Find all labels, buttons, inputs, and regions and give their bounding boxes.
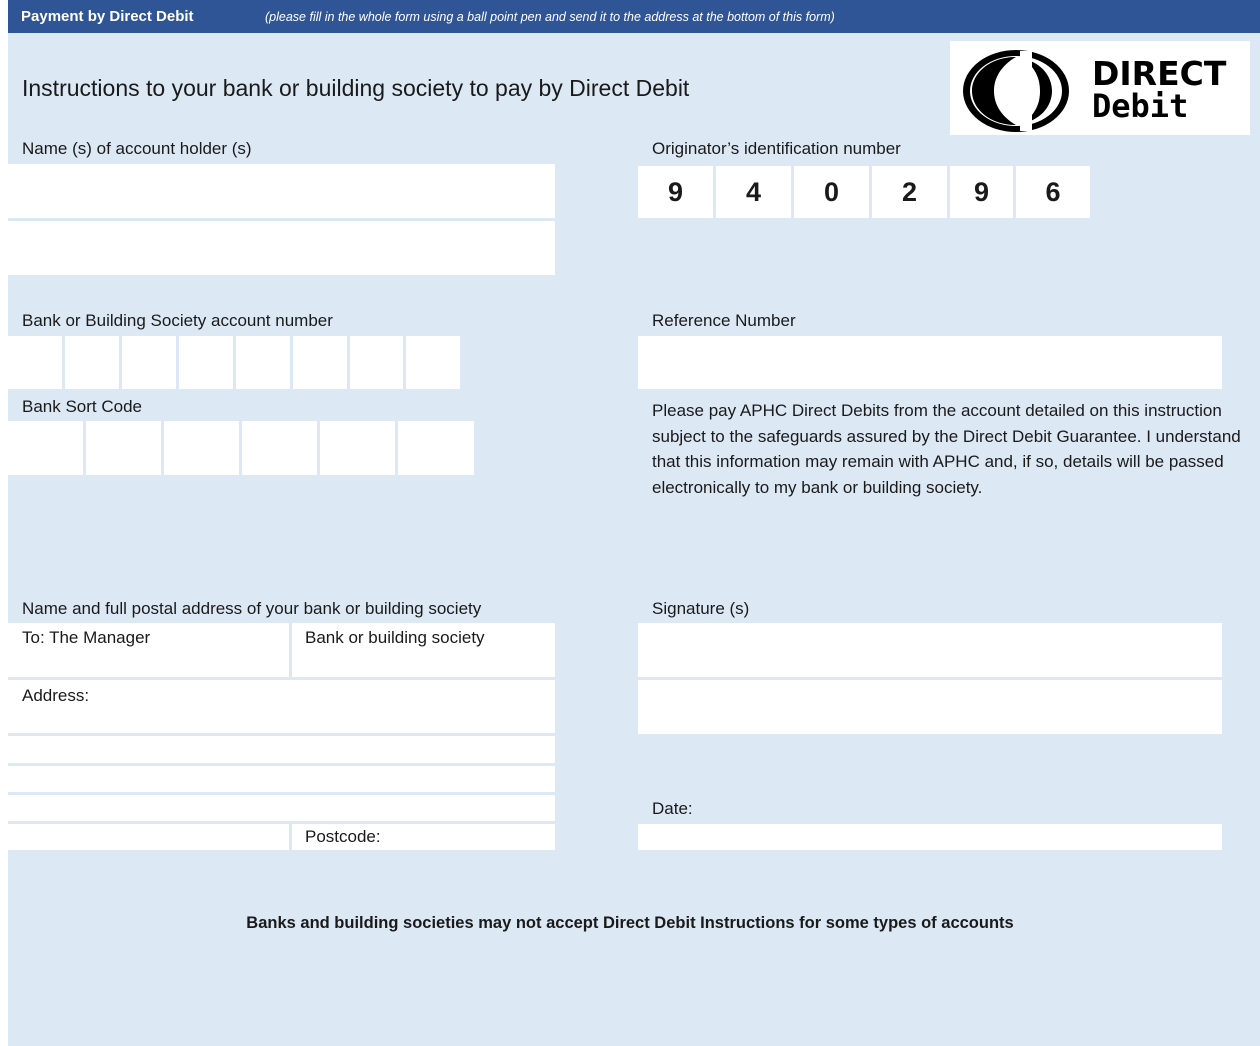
form-header-bar: Payment by Direct Debit (please fill in … xyxy=(8,0,1260,33)
bank-or-society-label: Bank or building society xyxy=(305,628,485,647)
sort-code-digit-field[interactable] xyxy=(86,421,161,475)
account-number-digit-field[interactable] xyxy=(8,336,62,389)
reference-number-label: Reference Number xyxy=(652,311,796,330)
signature-field-2[interactable] xyxy=(638,680,1222,734)
address-line-field[interactable] xyxy=(8,766,555,792)
address-field[interactable]: Address: xyxy=(8,680,555,733)
header-note: (please fill in the whole form using a b… xyxy=(265,10,835,24)
account-number-digit-field[interactable] xyxy=(179,336,233,389)
sort-code-digit-field[interactable] xyxy=(398,421,474,475)
postcode-label: Postcode: xyxy=(305,827,381,846)
account-number-digit-field[interactable] xyxy=(65,336,119,389)
bank-name-field[interactable]: Bank or building society xyxy=(292,623,555,677)
to-manager-label: To: The Manager xyxy=(22,628,151,647)
sort-code-digit-field[interactable] xyxy=(8,421,83,475)
account-number-digit-field[interactable] xyxy=(350,336,403,389)
direct-debit-logo-mark-icon xyxy=(963,50,1069,132)
originator-digit: 9 xyxy=(638,166,713,218)
signature-field-1[interactable] xyxy=(638,623,1222,677)
account-holder-field-2[interactable] xyxy=(8,221,555,275)
postcode-field[interactable]: Postcode: xyxy=(292,824,555,850)
originator-digit: 6 xyxy=(1016,166,1090,218)
footer-note: Banks and building societies may not acc… xyxy=(246,914,1014,932)
sort-code-label: Bank Sort Code xyxy=(22,397,143,416)
address-line-field[interactable] xyxy=(8,795,555,821)
address-line-field[interactable] xyxy=(8,824,289,850)
reference-number-field[interactable] xyxy=(638,336,1222,389)
originator-id-label: Originator’s identification number xyxy=(652,139,901,158)
account-number-digit-field[interactable] xyxy=(236,336,290,389)
to-manager-field[interactable]: To: The Manager xyxy=(8,623,289,677)
address-label: Address: xyxy=(22,686,90,705)
sort-code-digit-field[interactable] xyxy=(242,421,317,475)
originator-digit: 9 xyxy=(950,166,1013,218)
account-holder-field-1[interactable] xyxy=(8,164,555,218)
instruction-text: Please pay APHC Direct Debits from the a… xyxy=(652,401,1241,497)
bank-address-label: Name and full postal address of your ban… xyxy=(22,599,482,618)
form-title: Instructions to your bank or building so… xyxy=(22,75,690,101)
header-title: Payment by Direct Debit xyxy=(21,8,194,25)
date-field[interactable] xyxy=(638,824,1222,850)
account-holder-label: Name (s) of account holder (s) xyxy=(22,139,252,158)
originator-digit: 2 xyxy=(872,166,947,218)
sort-code-digit-field[interactable] xyxy=(164,421,239,475)
logo-text-debit: Debit xyxy=(1092,87,1188,125)
originator-digit: 0 xyxy=(794,166,869,218)
signature-label: Signature (s) xyxy=(652,599,750,618)
sort-code-digit-field[interactable] xyxy=(320,421,395,475)
direct-debit-logo: DIRECT Debit xyxy=(950,41,1250,135)
address-line-field[interactable] xyxy=(8,736,555,763)
account-number-digit-field[interactable] xyxy=(293,336,347,389)
originator-digit: 4 xyxy=(716,166,791,218)
account-number-digit-field[interactable] xyxy=(122,336,176,389)
account-number-digit-field[interactable] xyxy=(406,336,460,389)
date-label: Date: xyxy=(652,799,693,818)
account-number-label: Bank or Building Society account number xyxy=(22,311,333,330)
